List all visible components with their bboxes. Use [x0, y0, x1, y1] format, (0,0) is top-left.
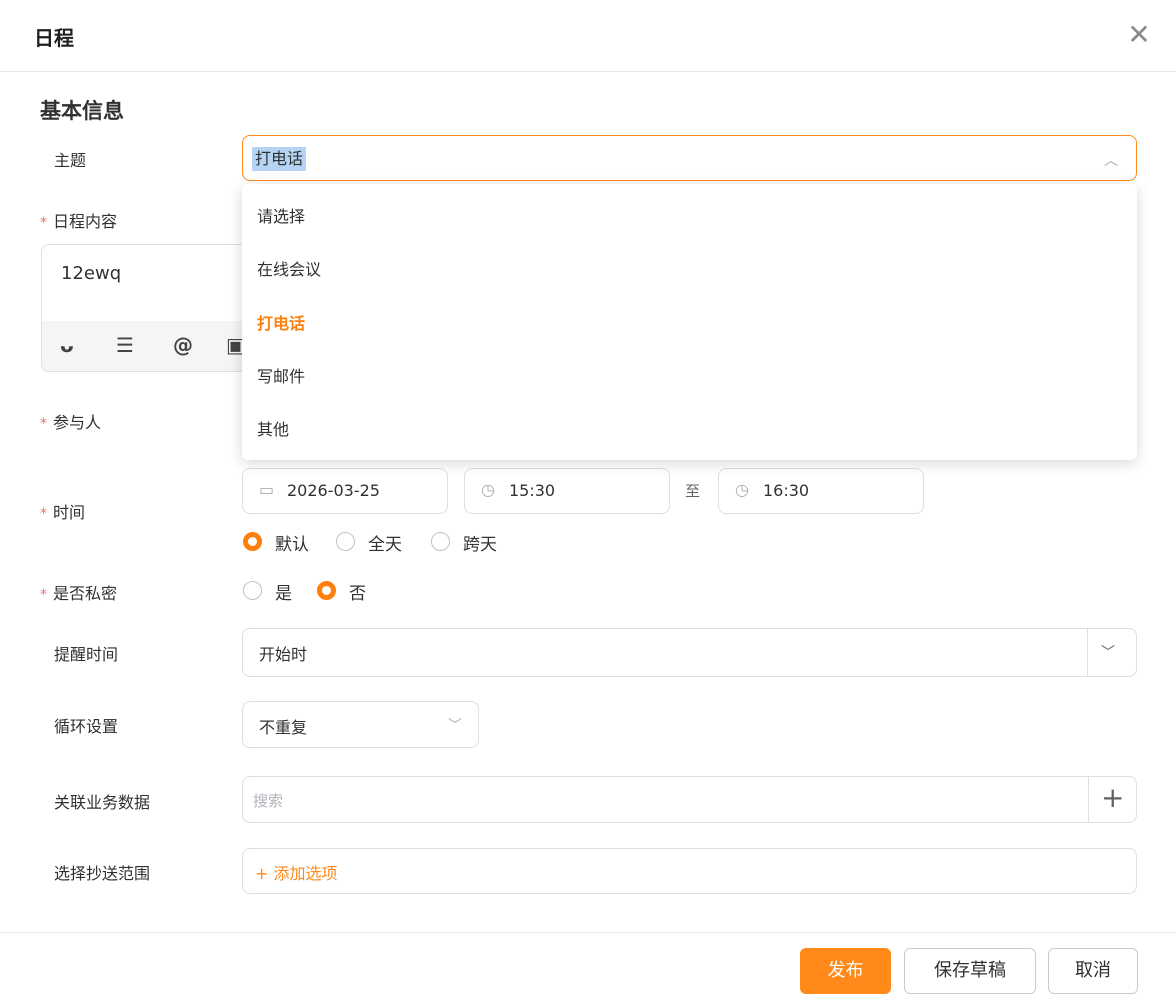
required-mark: *	[40, 506, 47, 522]
footer-divider	[0, 932, 1176, 933]
time-label: * 时间	[40, 503, 86, 522]
required-mark: *	[40, 215, 47, 231]
add-option-link[interactable]: + 添加选项	[255, 860, 338, 884]
dropdown-option[interactable]: 在线会议	[257, 256, 321, 280]
clock-icon: ◷	[481, 480, 495, 499]
subject-label: 主题	[54, 151, 87, 170]
time-separator: 至	[685, 482, 701, 500]
radio-circle	[431, 532, 450, 551]
dropdown-option[interactable]: 请选择	[257, 203, 305, 227]
publish-button[interactable]: 发布	[800, 948, 891, 994]
dropdown-option-selected[interactable]: 打电话	[257, 310, 305, 334]
subject-select[interactable]: 打电话 ︿	[242, 135, 1137, 181]
radio-circle	[317, 581, 336, 600]
close-icon[interactable]: ✕	[1124, 20, 1154, 50]
end-time-picker[interactable]: ◷ 16:30	[718, 468, 924, 514]
calendar-icon: ▭	[259, 480, 275, 499]
chevron-down-icon: ﹀	[448, 718, 462, 734]
schedule-dialog: 日程 ✕ 基本信息 主题 打电话 ︿ * 日程内容 12ewq ᴗ ☰ @ ▣ *…	[0, 0, 1176, 1006]
repeat-value: 不重复	[259, 718, 308, 737]
start-time-value: 15:30	[509, 481, 556, 500]
related-data-search[interactable]: 搜索 +	[242, 776, 1137, 823]
radio-circle	[336, 532, 355, 551]
save-draft-button[interactable]: 保存草稿	[904, 948, 1036, 994]
participants-label: * 参与人	[40, 413, 102, 432]
clock-icon: ◷	[735, 480, 749, 499]
dialog-header: 日程 ✕	[0, 0, 1176, 72]
radio-circle	[243, 581, 262, 600]
editor-toolbar: ᴗ ☰ @ ▣	[42, 321, 260, 371]
reminder-value: 开始时	[259, 645, 308, 664]
subject-value: 打电话	[252, 147, 307, 171]
start-time-picker[interactable]: ◷ 15:30	[464, 468, 670, 514]
cancel-button[interactable]: 取消	[1048, 948, 1138, 994]
repeat-label: 循环设置	[54, 717, 119, 736]
plus-icon[interactable]: +	[1101, 781, 1124, 814]
dialog-title: 日程	[34, 26, 74, 50]
search-placeholder: 搜索	[253, 792, 284, 810]
end-time-value: 16:30	[763, 481, 810, 500]
dropdown-option[interactable]: 其他	[257, 416, 289, 440]
divider	[1088, 777, 1089, 823]
reminder-label: 提醒时间	[54, 645, 119, 664]
content-text[interactable]: 12ewq	[61, 263, 121, 284]
date-value: 2026-03-25	[287, 481, 380, 500]
section-title: 基本信息	[40, 99, 124, 123]
divider	[1087, 629, 1088, 677]
radio-circle	[243, 532, 262, 551]
reminder-select[interactable]: 开始时 ﹀	[242, 628, 1137, 677]
private-label: * 是否私密	[40, 584, 118, 603]
content-editor[interactable]: 12ewq ᴗ ☰ @ ▣	[41, 244, 261, 372]
cc-input[interactable]: + 添加选项	[242, 848, 1137, 894]
required-mark: *	[40, 416, 47, 432]
repeat-select[interactable]: 不重复 ﹀	[242, 701, 479, 748]
chevron-down-icon[interactable]: ﹀	[1101, 642, 1115, 662]
date-picker[interactable]: ▭ 2026-03-25	[242, 468, 448, 514]
emoji-icon[interactable]: ᴗ	[60, 333, 74, 357]
content-label: * 日程内容	[40, 212, 118, 231]
subject-dropdown: 请选择 在线会议 打电话 写邮件 其他	[242, 184, 1137, 460]
chevron-up-icon: ︿	[1104, 153, 1118, 169]
cc-label: 选择抄送范围	[54, 864, 151, 883]
mention-icon[interactable]: @	[173, 333, 193, 357]
related-data-label: 关联业务数据	[54, 793, 151, 812]
list-icon[interactable]: ☰	[116, 333, 134, 357]
required-mark: *	[40, 587, 47, 603]
dropdown-option[interactable]: 写邮件	[257, 363, 305, 387]
